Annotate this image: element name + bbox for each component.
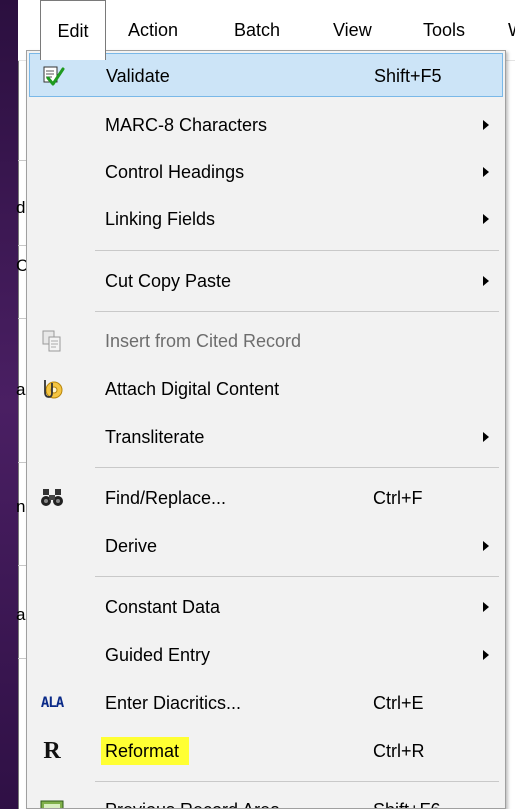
background-text-fragment: a (16, 605, 26, 624)
background-text-fragment: d (16, 198, 26, 217)
ala-icon: ALA (37, 687, 67, 719)
menu-item-label: MARC-8 Characters (105, 115, 268, 135)
submenu-arrow-icon (483, 541, 489, 551)
menu-item-shortcut: Shift+F5 (374, 66, 442, 86)
menu-item-label: Constant Data (105, 597, 221, 617)
menu-item-derive[interactable]: Derive (29, 524, 503, 568)
insert-record-icon (37, 325, 67, 357)
menu-item-attach-digital-content[interactable]: Attach Digital Content (29, 367, 503, 411)
menu-item-guided-entry[interactable]: Guided Entry (29, 633, 503, 677)
validate-check-icon (38, 60, 68, 92)
menu-item-reformat[interactable]: R Reformat Ctrl+R (29, 729, 503, 773)
menu-item-label: Linking Fields (105, 209, 216, 229)
menu-item-shortcut: Shift+F6 (373, 788, 441, 808)
menu-item-label: Enter Diacritics... (105, 693, 242, 713)
menu-separator (95, 250, 499, 251)
edit-dropdown-menu: Validate Shift+F5 MARC-8 Characters Cont… (26, 50, 506, 809)
menu-item-cut-copy-paste[interactable]: Cut Copy Paste (29, 259, 503, 303)
reformat-highlight-mark: Reformat (101, 737, 190, 765)
menu-separator (95, 576, 499, 577)
menu-item-label: Guided Entry (105, 645, 211, 665)
menu-item-control-headings[interactable]: Control Headings (29, 150, 503, 194)
menu-item-linking-fields[interactable]: Linking Fields (29, 197, 503, 241)
menu-item-shortcut: Ctrl+E (373, 693, 424, 713)
submenu-arrow-icon (483, 167, 489, 177)
previous-record-icon (37, 794, 67, 808)
background-text-fragment: n (16, 497, 26, 516)
background-text-fragment: a (16, 380, 26, 399)
menu-item-label: Attach Digital Content (105, 379, 280, 399)
menu-item-previous-record-area[interactable]: Previous Record Area Shift+F6 (29, 788, 503, 808)
menu-item-label: Transliterate (105, 427, 205, 447)
desktop-background (0, 0, 20, 809)
menu-item-shortcut: Ctrl+R (373, 741, 425, 761)
background-text-fragment: C (16, 256, 26, 275)
menu-item-enter-diacritics[interactable]: ALA Enter Diacritics... Ctrl+E (29, 681, 503, 725)
reformat-r-icon: R (37, 735, 67, 767)
menu-item-find-replace[interactable]: Find/Replace... Ctrl+F (29, 476, 503, 520)
menu-separator (95, 467, 499, 468)
submenu-arrow-icon (483, 120, 489, 130)
menu-item-label: Derive (105, 536, 158, 556)
menu-separator (95, 311, 499, 312)
menu-window-partial[interactable]: W (508, 0, 515, 60)
ala-icon-text: ALA (40, 695, 64, 711)
menu-item-label: Previous Record Area (105, 788, 280, 808)
submenu-arrow-icon (483, 214, 489, 224)
menu-item-insert-from-cited-record[interactable]: Insert from Cited Record (29, 319, 503, 363)
menu-item-label: Control Headings (105, 162, 245, 182)
menu-item-marc8-characters[interactable]: MARC-8 Characters (29, 103, 503, 147)
submenu-arrow-icon (483, 650, 489, 660)
reformat-r-icon-text: R (43, 737, 61, 764)
submenu-arrow-icon (483, 432, 489, 442)
menu-item-constant-data[interactable]: Constant Data (29, 585, 503, 629)
menu-item-label: Insert from Cited Record (105, 331, 302, 351)
menu-item-transliterate[interactable]: Transliterate (29, 415, 503, 459)
menu-item-label-wrapper: Reformat (101, 729, 190, 773)
binoculars-icon (37, 482, 67, 514)
attach-digital-icon (37, 373, 67, 405)
menu-separator (95, 781, 499, 782)
menu-edit[interactable]: Edit (40, 0, 106, 60)
menu-item-label: Cut Copy Paste (105, 271, 232, 291)
menu-item-label: Validate (106, 66, 170, 86)
submenu-arrow-icon (483, 602, 489, 612)
submenu-arrow-icon (483, 276, 489, 286)
menu-item-shortcut: Ctrl+F (373, 488, 423, 508)
menu-item-label: Find/Replace... (105, 488, 227, 508)
